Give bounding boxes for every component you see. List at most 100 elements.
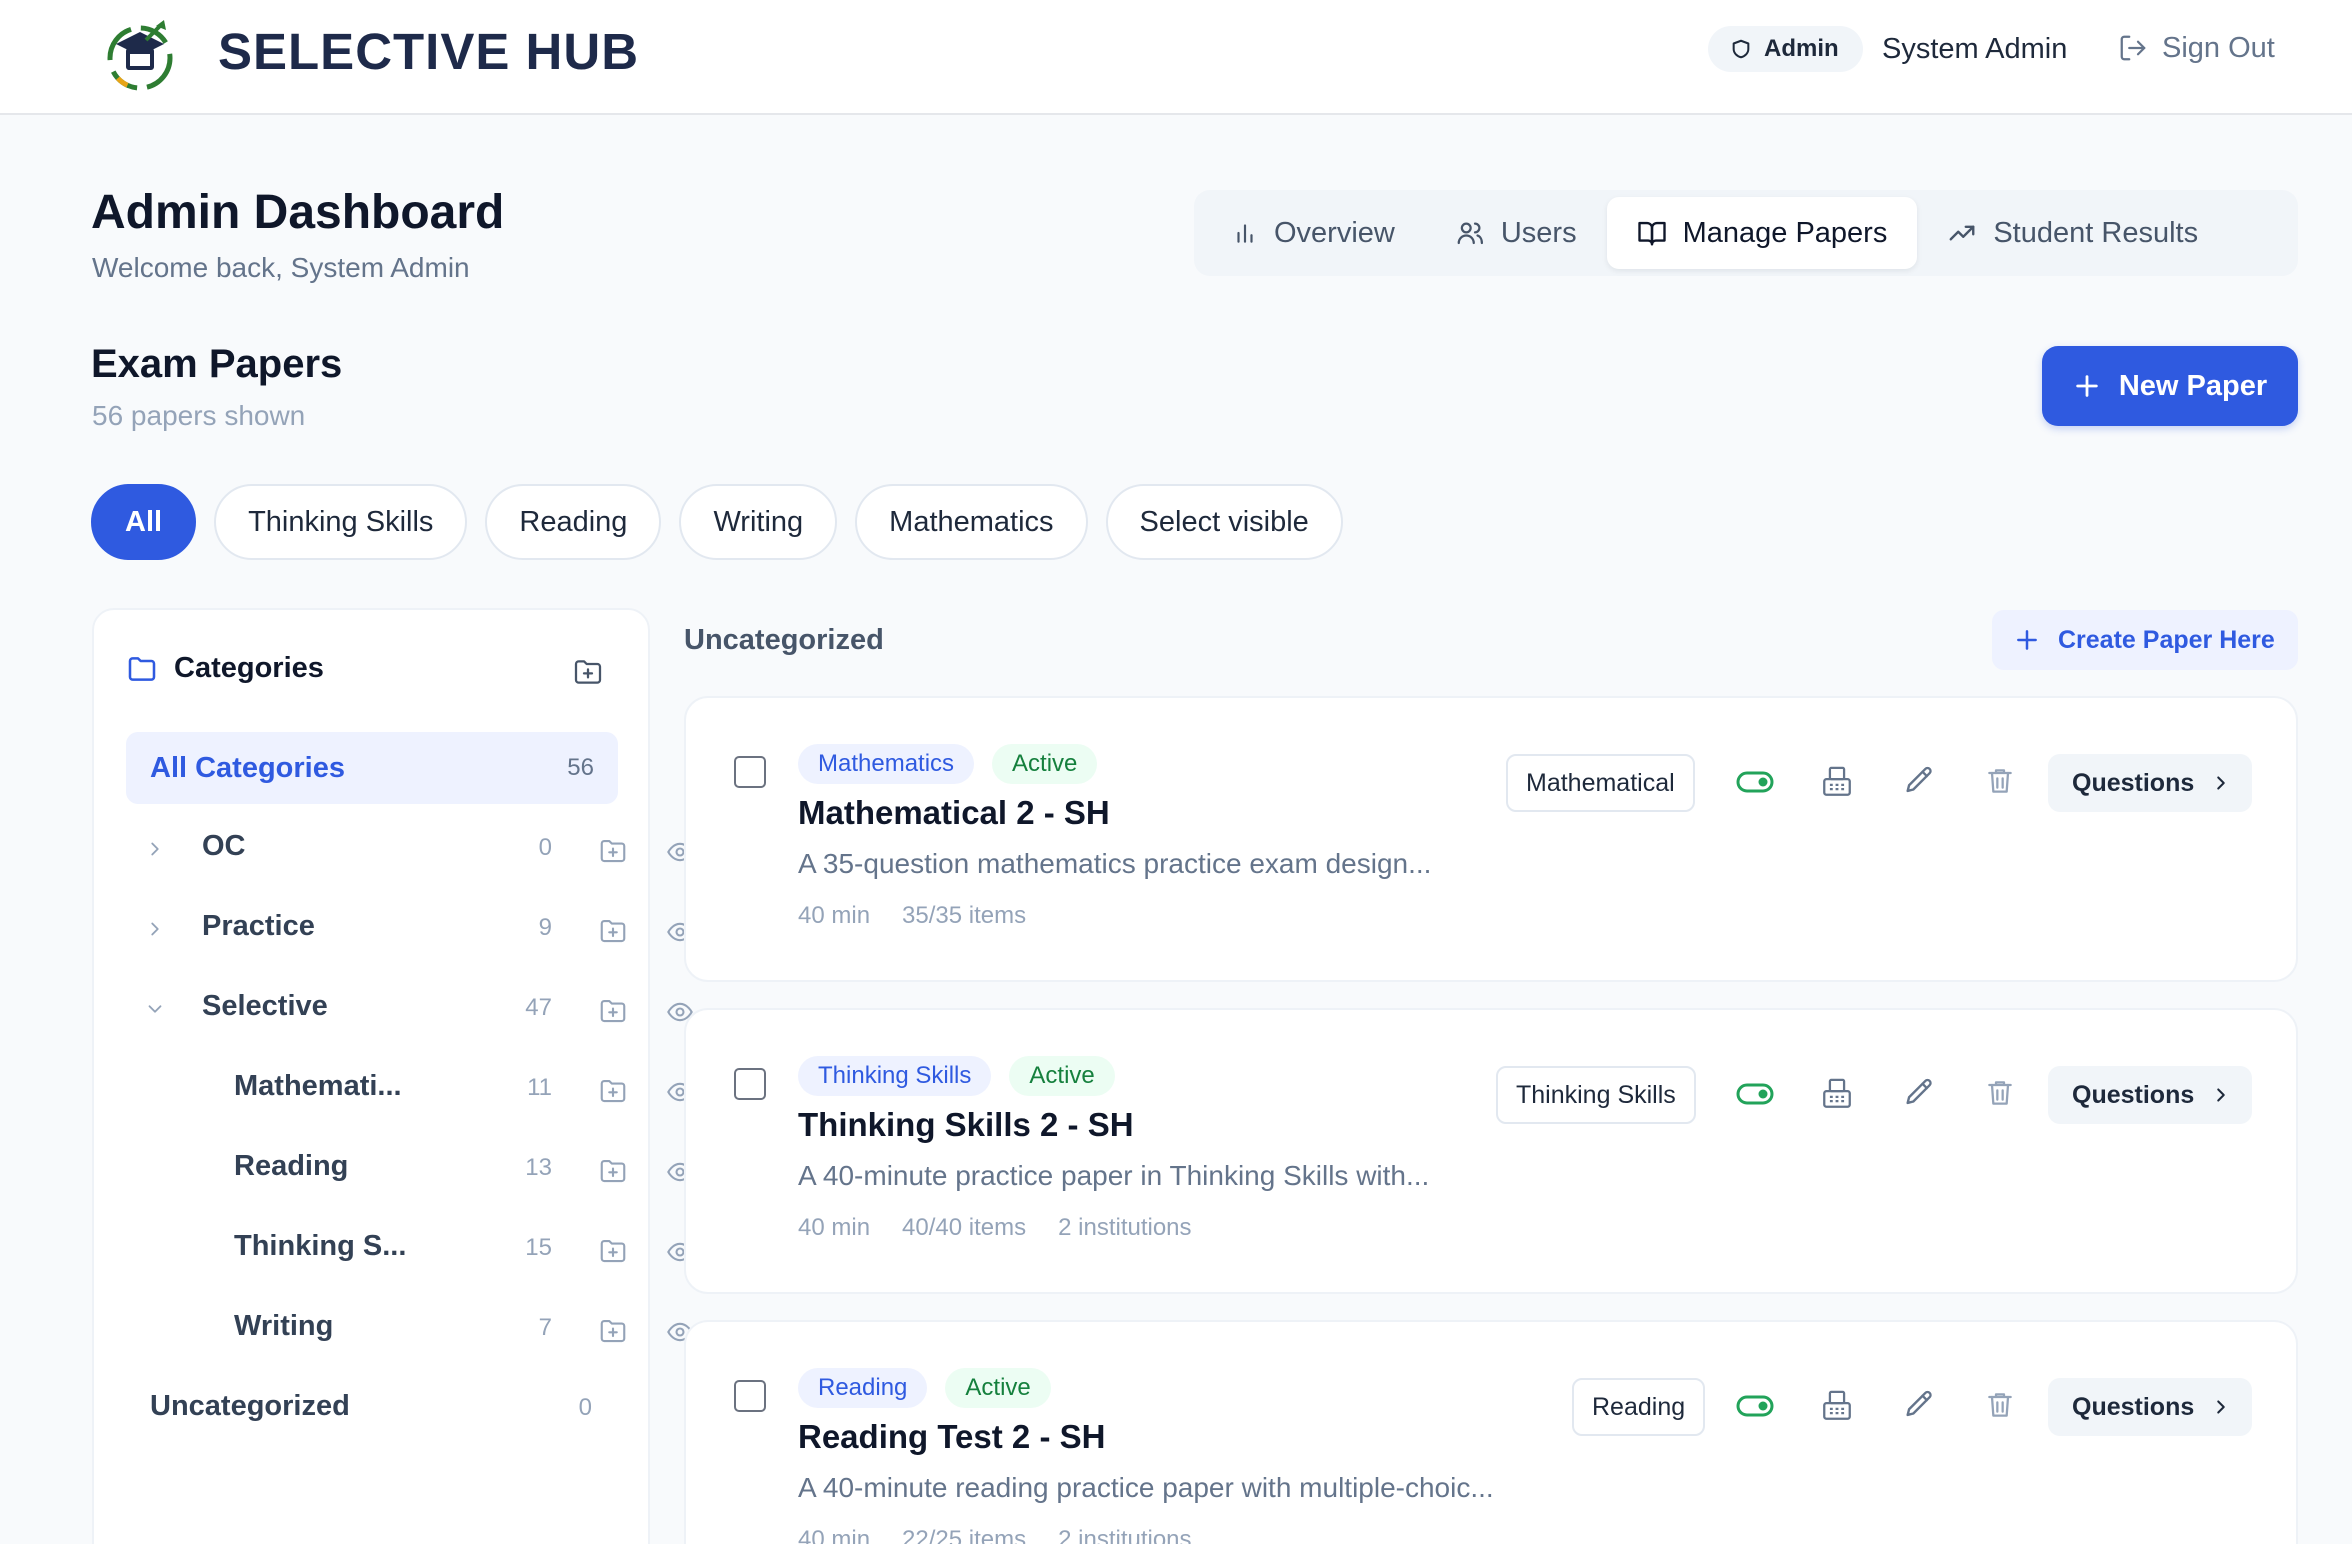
paper-card: Mathematics Active Mathematical 2 - SH A… xyxy=(684,696,2298,982)
category-count: 15 xyxy=(525,1234,552,1261)
paper-duration: 40 min xyxy=(798,902,871,929)
paper-title: Mathematical 2 - SH xyxy=(798,794,1110,831)
category-tag[interactable]: Thinking Skills xyxy=(1496,1066,1696,1124)
print-document-icon[interactable] xyxy=(1820,764,1854,800)
category-count: 0 xyxy=(538,834,552,861)
users-icon xyxy=(1457,222,1483,245)
folder-plus-icon[interactable] xyxy=(598,836,628,866)
papers-count: 56 papers shown xyxy=(92,400,306,431)
toggle-icon[interactable] xyxy=(1736,770,1774,794)
filter-chip-mathematics[interactable]: Mathematics xyxy=(855,484,1088,560)
filter-chip-writing[interactable]: Writing xyxy=(679,484,838,560)
tab-student-results-label: Student Results xyxy=(1993,216,2199,249)
tab-users[interactable]: Users xyxy=(1425,197,1607,269)
welcome-message: Welcome back, System Admin xyxy=(92,252,470,283)
edit-pencil-icon[interactable] xyxy=(1902,764,1936,798)
trash-icon[interactable] xyxy=(1984,1076,2016,1110)
edit-pencil-icon[interactable] xyxy=(1902,1076,1936,1110)
filter-chip-reading[interactable]: Reading xyxy=(485,484,662,560)
trash-icon[interactable] xyxy=(1984,764,2016,798)
folder-plus-icon[interactable] xyxy=(598,916,628,946)
category-count: 7 xyxy=(538,1314,552,1341)
sign-out-label: Sign Out xyxy=(2162,32,2275,64)
sidebar-item-mathematics[interactable]: Mathemati... 11 xyxy=(126,1058,693,1118)
category-tag[interactable]: Mathematical xyxy=(1506,754,1695,812)
top-navigation-bar: SELECTIVE HUB Admin System Admin Sign Ou… xyxy=(0,0,2352,115)
current-user-name: System Admin xyxy=(1882,33,2068,65)
subject-badge: Mathematics xyxy=(798,744,975,784)
folder-icon xyxy=(128,656,156,681)
new-paper-button[interactable]: New Paper xyxy=(2042,346,2298,426)
print-document-icon[interactable] xyxy=(1820,1388,1854,1424)
sidebar-item-selective[interactable]: Selective 47 xyxy=(126,978,693,1038)
category-count: 11 xyxy=(527,1074,552,1101)
edit-pencil-icon[interactable] xyxy=(1902,1388,1936,1422)
all-categories-count: 56 xyxy=(567,754,594,781)
paper-select-checkbox[interactable] xyxy=(734,756,766,788)
chevron-right-icon xyxy=(2217,1088,2226,1102)
paper-item-count: 35/35 items xyxy=(902,902,1027,929)
tab-manage-papers[interactable]: Manage Papers xyxy=(1606,197,1918,269)
folder-plus-icon[interactable] xyxy=(598,1156,628,1186)
questions-button[interactable]: Questions xyxy=(2048,1066,2252,1124)
folder-plus-icon[interactable] xyxy=(598,996,628,1026)
sidebar-item-all-categories[interactable]: All Categories 56 xyxy=(126,732,618,804)
log-out-icon xyxy=(2120,35,2146,61)
brand-name: SELECTIVE HUB xyxy=(218,23,640,80)
category-label: Selective xyxy=(202,990,328,1022)
subject-badge: Reading xyxy=(798,1368,928,1408)
role-badge: Admin xyxy=(1708,26,1863,72)
category-label: Thinking S... xyxy=(234,1230,407,1262)
folder-plus-icon[interactable] xyxy=(598,1236,628,1266)
create-paper-here-label: Create Paper Here xyxy=(2058,625,2275,654)
sidebar-item-writing[interactable]: Writing 7 xyxy=(126,1298,693,1358)
category-count: 0 xyxy=(578,1394,592,1421)
sidebar-item-reading[interactable]: Reading 13 xyxy=(126,1138,693,1198)
folder-plus-icon[interactable] xyxy=(598,1316,628,1346)
category-label: Writing xyxy=(234,1310,334,1342)
category-count: 47 xyxy=(525,994,552,1021)
filter-chip-thinking-skills[interactable]: Thinking Skills xyxy=(214,484,468,560)
chevron-down-icon[interactable] xyxy=(144,998,166,1020)
category-label: Mathemati... xyxy=(234,1070,402,1102)
questions-button[interactable]: Questions xyxy=(2048,754,2252,812)
questions-button[interactable]: Questions xyxy=(2048,1378,2252,1436)
tab-overview[interactable]: Overview xyxy=(1202,197,1425,269)
group-title: Uncategorized xyxy=(684,624,884,656)
trash-icon[interactable] xyxy=(1984,1388,2016,1422)
select-visible-button[interactable]: Select visible xyxy=(1105,484,1343,560)
chevron-right-icon xyxy=(2217,1400,2226,1414)
filter-chip-all[interactable]: All xyxy=(91,484,197,560)
sidebar-item-oc[interactable]: OC 0 xyxy=(126,818,693,878)
print-document-icon[interactable] xyxy=(1820,1076,1854,1112)
category-tag[interactable]: Reading xyxy=(1572,1378,1706,1436)
status-badge: Active xyxy=(992,744,1098,784)
paper-title: Reading Test 2 - SH xyxy=(798,1418,1106,1455)
add-category-button[interactable] xyxy=(572,656,604,688)
paper-item-count: 22/25 items xyxy=(902,1526,1027,1544)
paper-select-checkbox[interactable] xyxy=(734,1068,766,1100)
category-label: Uncategorized xyxy=(150,1390,350,1422)
paper-duration: 40 min xyxy=(798,1214,871,1241)
selective-hub-logo[interactable] xyxy=(100,14,180,94)
sidebar-item-uncategorized[interactable]: Uncategorized 0 xyxy=(126,1378,626,1438)
sidebar-item-practice[interactable]: Practice 9 xyxy=(126,898,693,958)
category-label: OC xyxy=(202,830,246,862)
sign-out-button[interactable]: Sign Out xyxy=(2118,28,2275,68)
chevron-right-icon[interactable] xyxy=(144,838,166,860)
paper-select-checkbox[interactable] xyxy=(734,1380,766,1412)
paper-institutions: 2 institutions xyxy=(1058,1214,1192,1241)
subject-badge: Thinking Skills xyxy=(798,1056,992,1096)
chevron-right-icon[interactable] xyxy=(144,918,166,940)
folder-plus-icon[interactable] xyxy=(598,1076,628,1106)
paper-institutions: 2 institutions xyxy=(1058,1526,1192,1544)
toggle-icon[interactable] xyxy=(1736,1082,1774,1106)
toggle-icon[interactable] xyxy=(1736,1394,1774,1418)
sidebar-item-thinking-skills[interactable]: Thinking S... 15 xyxy=(126,1218,693,1278)
tab-manage-papers-label: Manage Papers xyxy=(1682,216,1888,249)
page-title: Admin Dashboard xyxy=(91,186,505,239)
create-paper-here-button[interactable]: Create Paper Here xyxy=(1992,610,2298,670)
tab-student-results[interactable]: Student Results xyxy=(1917,197,2228,269)
plus-icon xyxy=(2076,375,2098,397)
questions-label: Questions xyxy=(2072,1080,2195,1109)
